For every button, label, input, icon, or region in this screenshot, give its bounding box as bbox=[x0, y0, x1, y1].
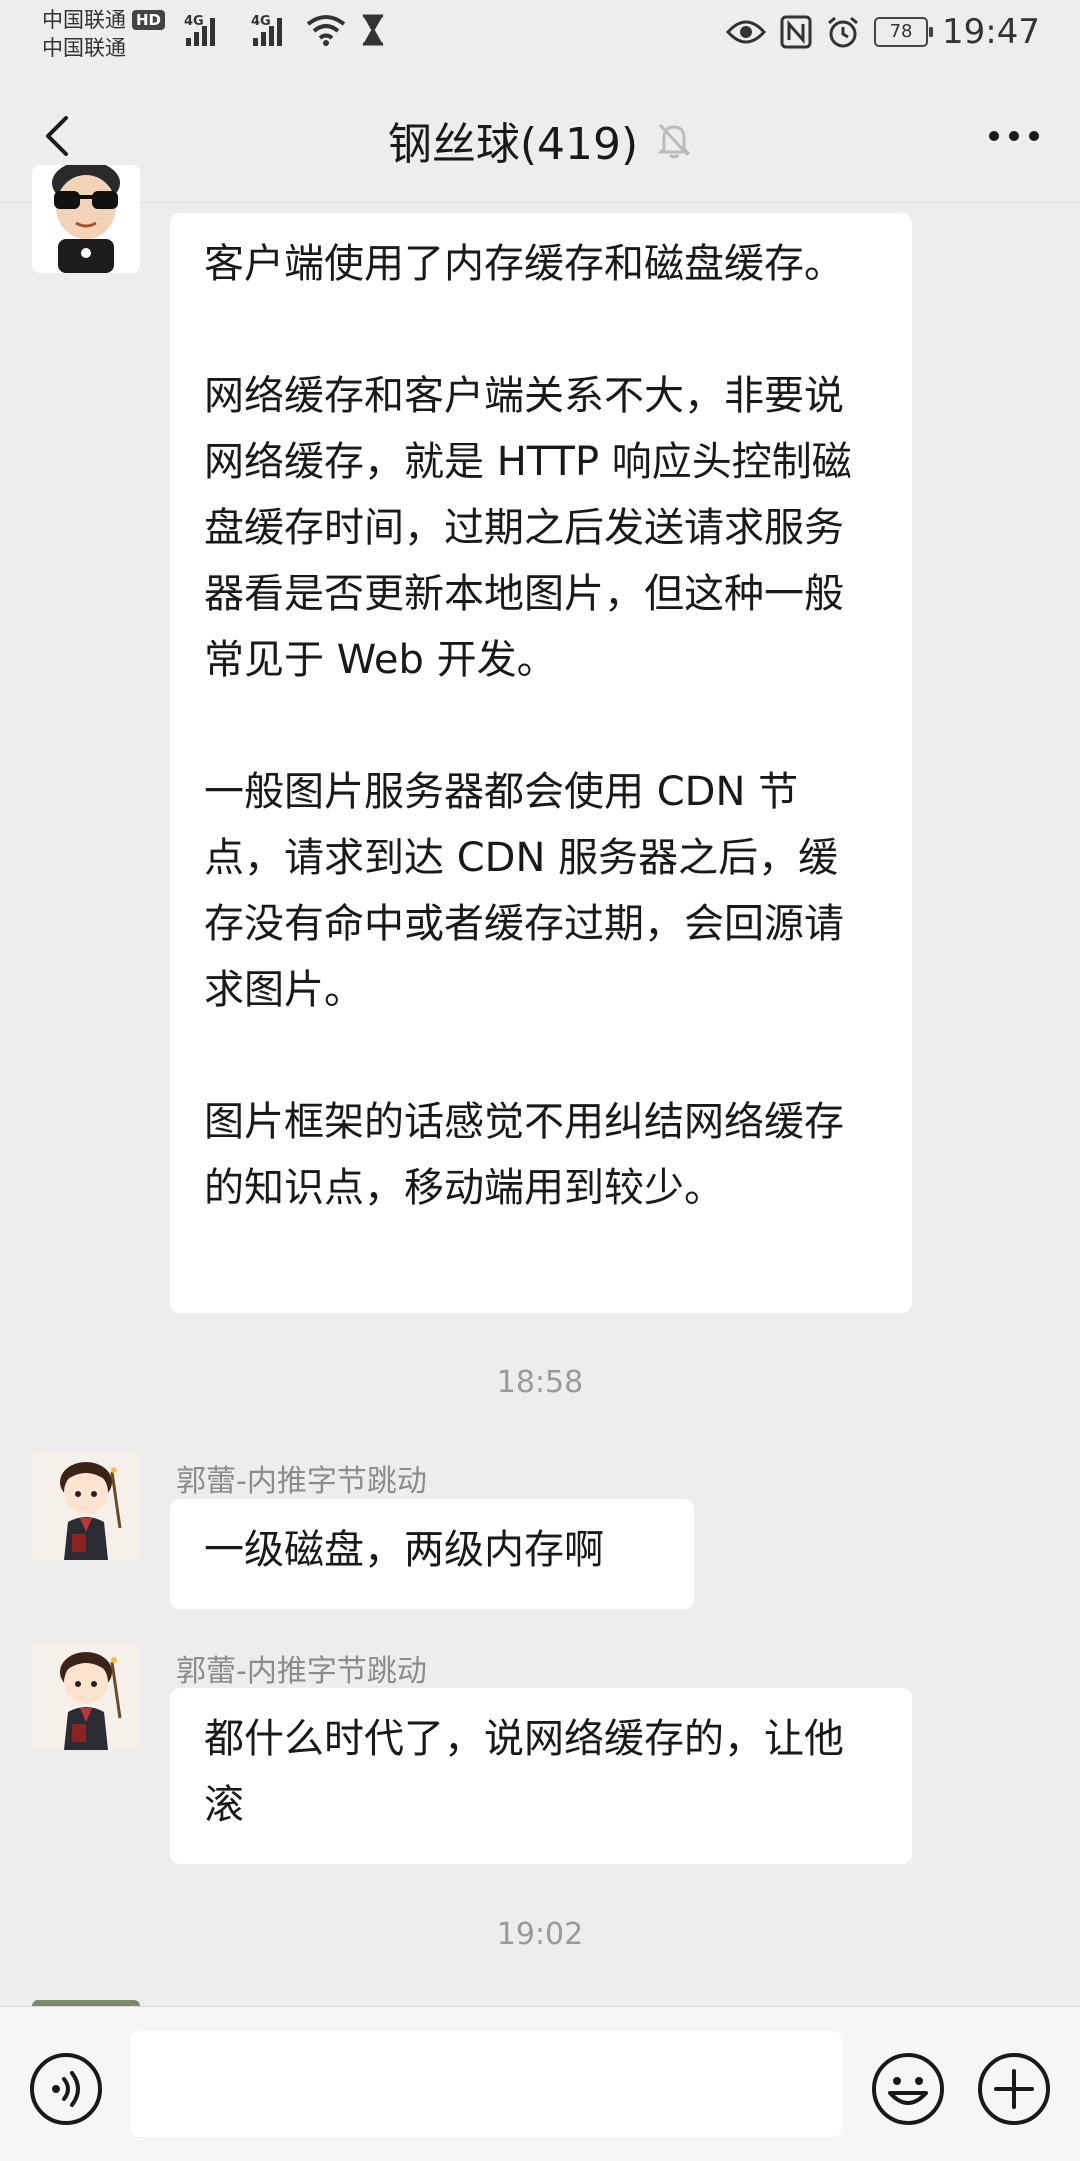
message-paragraph: 客户端使用了内存缓存和磁盘缓存。 bbox=[204, 241, 844, 287]
alarm-icon bbox=[828, 16, 858, 48]
chat-title-wrap[interactable]: 钢丝球(419) bbox=[0, 108, 1080, 172]
network-indicators: 4G 4G bbox=[182, 14, 386, 46]
message-text: 都什么时代了，说网络缓存的，让他滚 bbox=[204, 1716, 844, 1828]
mute-bell-icon bbox=[657, 123, 691, 159]
sender-name: 郭蕾-内推字节跳动 bbox=[176, 1654, 427, 1689]
eye-icon bbox=[726, 20, 767, 44]
status-clock: 19:47 bbox=[942, 12, 1040, 52]
message-paragraph: 一般图片服务器都会使用 CDN 节点，请求到达 CDN 服务器之后，缓存没有命中… bbox=[204, 769, 844, 1013]
chat-timestamp: 19:02 bbox=[496, 1917, 584, 1952]
voice-icon[interactable] bbox=[28, 2051, 104, 2127]
input-bar bbox=[0, 2006, 1080, 2161]
status-bar: 中国联通 HD 中国联通 4G 4G 78 19:47 bbox=[0, 0, 1080, 70]
sender-name: 郭蕾-内推字节跳动 bbox=[176, 1464, 427, 1499]
message-bubble[interactable]: 客户端使用了内存缓存和磁盘缓存。 网络缓存和客户端关系不大，非要说网络缓存，就是… bbox=[170, 213, 912, 1313]
wifi-icon bbox=[306, 15, 346, 46]
chat-header: 钢丝球(419) bbox=[0, 70, 1080, 203]
more-icon[interactable] bbox=[984, 118, 1044, 154]
avatar[interactable] bbox=[32, 165, 140, 273]
carrier-name-1: 中国联通 bbox=[42, 8, 126, 32]
avatar[interactable] bbox=[32, 1452, 140, 1560]
chat-title: 钢丝球(419) bbox=[387, 119, 639, 170]
battery-indicator: 78 bbox=[874, 17, 934, 47]
message-input[interactable] bbox=[130, 2031, 842, 2137]
status-right: 78 19:47 bbox=[726, 12, 1040, 52]
nfc-icon bbox=[780, 15, 812, 49]
plus-icon[interactable] bbox=[976, 2051, 1052, 2127]
message-bubble[interactable]: 一级磁盘，两级内存啊 bbox=[170, 1499, 694, 1609]
carrier-info: 中国联通 HD 中国联通 bbox=[42, 6, 166, 62]
signal-icon: 4G bbox=[184, 14, 215, 46]
hourglass-icon bbox=[362, 14, 384, 46]
emoji-icon[interactable] bbox=[870, 2051, 946, 2127]
message-paragraph: 图片框架的话感觉不用纠结网络缓存的知识点，移动端用到较少。 bbox=[204, 1099, 844, 1211]
message-bubble[interactable]: 都什么时代了，说网络缓存的，让他滚 bbox=[170, 1688, 912, 1864]
signal-icon: 4G bbox=[251, 14, 282, 46]
message-text: 一级磁盘，两级内存啊 bbox=[204, 1527, 604, 1573]
chat-timestamp: 18:58 bbox=[496, 1365, 584, 1400]
avatar[interactable] bbox=[32, 1642, 140, 1750]
network-type-1: 4G bbox=[184, 14, 204, 29]
hd-badge: HD bbox=[132, 10, 166, 30]
carrier-name-2: 中国联通 bbox=[42, 36, 126, 60]
network-type-2: 4G bbox=[251, 14, 271, 29]
message-paragraph: 网络缓存和客户端关系不大，非要说网络缓存，就是 HTTP 响应头控制磁盘缓存时间… bbox=[204, 373, 852, 683]
